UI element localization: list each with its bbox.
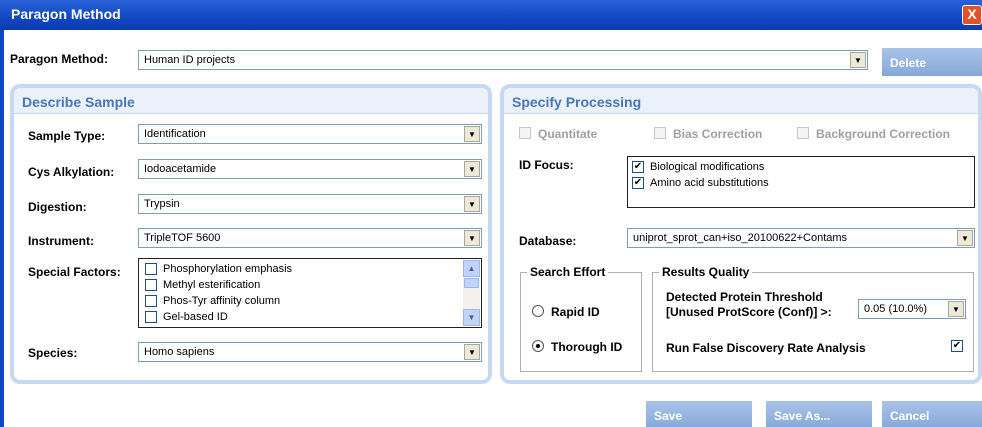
thorough-id-label[interactable]: Thorough ID <box>551 340 622 354</box>
rapid-id-radio[interactable] <box>532 305 544 317</box>
checkbox[interactable] <box>145 311 157 323</box>
cys-alkylation-label: Cys Alkylation: <box>28 165 115 179</box>
method-value: Human ID projects <box>144 54 236 66</box>
chevron-down-icon[interactable]: ▼ <box>464 161 480 177</box>
results-quality-title: Results Quality <box>659 265 753 279</box>
species-label: Species: <box>28 346 78 360</box>
background-correction-label: Background Correction <box>816 127 951 141</box>
species-select[interactable]: Homo sapiens ▼ <box>138 342 482 362</box>
id-focus-list[interactable]: ✔ Biological modifications ✔ Amino acid … <box>627 156 975 208</box>
chevron-down-icon[interactable]: ▼ <box>464 230 480 246</box>
background-correction-checkbox <box>797 127 809 139</box>
checkbox[interactable] <box>145 295 157 307</box>
checkbox[interactable] <box>145 263 157 275</box>
threshold-value: 0.05 (10.0%) <box>864 303 927 315</box>
method-label: Paragon Method: <box>10 52 108 66</box>
cys-alkylation-select[interactable]: Iodoacetamide ▼ <box>138 159 482 179</box>
chevron-down-icon[interactable]: ▼ <box>957 230 973 246</box>
instrument-value: TripleTOF 5600 <box>144 232 221 244</box>
species-value: Homo sapiens <box>144 346 215 358</box>
save-button[interactable]: Save <box>646 401 752 427</box>
chevron-down-icon[interactable]: ▼ <box>464 196 480 212</box>
check-icon[interactable]: ✔ <box>632 161 644 173</box>
check-icon[interactable]: ✔ <box>951 340 963 352</box>
sample-type-value: Identification <box>144 128 206 140</box>
sample-type-label: Sample Type: <box>28 129 106 143</box>
special-factors-list[interactable]: Phosphorylation emphasis Methyl esterifi… <box>138 258 482 328</box>
database-select[interactable]: uniprot_sprot_can+iso_20100622+Contams ▼ <box>627 228 975 248</box>
search-effort-title: Search Effort <box>527 265 609 279</box>
specify-processing-title: Specify Processing <box>512 94 642 110</box>
title-bar: Paragon Method X <box>0 0 982 30</box>
quantitate-checkbox <box>519 127 531 139</box>
fdr-label: Run False Discovery Rate Analysis <box>666 341 866 355</box>
method-select[interactable]: Human ID projects ▼ <box>138 50 868 70</box>
sample-type-select[interactable]: Identification ▼ <box>138 124 482 144</box>
window-title: Paragon Method <box>11 6 121 22</box>
describe-sample-header: Describe Sample <box>14 88 488 114</box>
digestion-value: Trypsin <box>144 198 180 210</box>
specify-processing-header: Specify Processing <box>504 88 978 114</box>
special-factors-label: Special Factors: <box>28 265 121 279</box>
check-icon[interactable]: ✔ <box>632 177 644 189</box>
scroll-down-icon[interactable]: ▼ <box>463 309 480 326</box>
cys-alkylation-value: Iodoacetamide <box>144 163 217 175</box>
scroll-thumb[interactable] <box>464 278 479 288</box>
instrument-select[interactable]: TripleTOF 5600 ▼ <box>138 228 482 248</box>
checkbox[interactable] <box>145 279 157 291</box>
results-quality-group: Results Quality <box>652 265 974 372</box>
id-focus-label: ID Focus: <box>519 158 574 172</box>
rapid-id-label[interactable]: Rapid ID <box>551 305 600 319</box>
database-value: uniprot_sprot_can+iso_20100622+Contams <box>633 232 848 244</box>
save-as-button[interactable]: Save As... <box>766 401 872 427</box>
delete-button[interactable]: Delete <box>882 48 982 76</box>
digestion-select[interactable]: Trypsin ▼ <box>138 194 482 214</box>
threshold-label-line1: Detected Protein Threshold <box>666 290 823 304</box>
quantitate-label: Quantitate <box>538 127 598 141</box>
chevron-down-icon[interactable]: ▼ <box>464 126 480 142</box>
search-effort-group: Search Effort <box>520 265 642 372</box>
chevron-down-icon[interactable]: ▼ <box>464 344 480 360</box>
chevron-down-icon[interactable]: ▼ <box>850 52 866 68</box>
bias-correction-label: Bias Correction <box>673 127 763 141</box>
window-border <box>0 30 4 427</box>
thorough-id-radio[interactable] <box>532 340 544 352</box>
threshold-label-line2: [Unused ProtScore (Conf)] >: <box>666 305 832 319</box>
cancel-button[interactable]: Cancel <box>882 401 982 427</box>
chevron-down-icon[interactable]: ▼ <box>948 301 964 317</box>
database-label: Database: <box>519 234 577 248</box>
close-icon[interactable]: X <box>962 5 982 25</box>
describe-sample-title: Describe Sample <box>22 94 135 110</box>
digestion-label: Digestion: <box>28 200 87 214</box>
instrument-label: Instrument: <box>28 234 94 248</box>
bias-correction-checkbox <box>654 127 666 139</box>
scrollbar[interactable]: ▲ ▼ <box>463 260 480 326</box>
scroll-up-icon[interactable]: ▲ <box>463 260 480 277</box>
threshold-select[interactable]: 0.05 (10.0%) ▼ <box>858 299 966 319</box>
